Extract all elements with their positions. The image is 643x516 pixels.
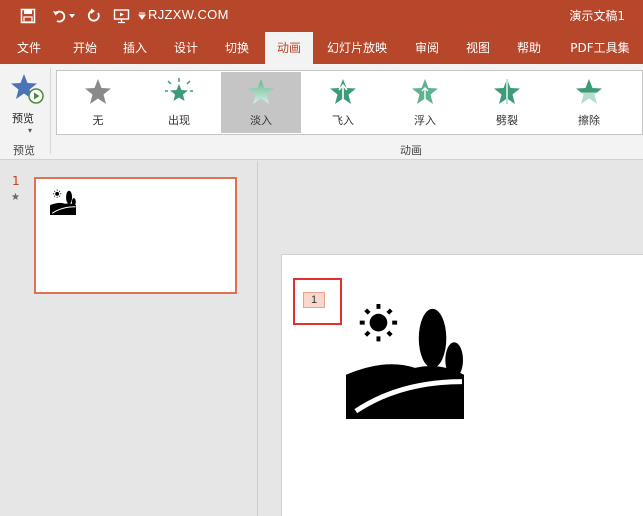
slide-number: 1 [12,174,20,188]
slide-thumbnail[interactable] [34,177,237,294]
animation-group-label: 动画 [400,144,422,157]
effect-label: 飞入 [332,114,354,127]
tab-transitions[interactable]: 切换 [216,32,258,64]
landscape-icon [50,189,76,215]
effect-appear[interactable]: 出现 [139,72,219,133]
tab-view[interactable]: 视图 [457,32,499,64]
tab-pdf-tools[interactable]: PDF工具集 [560,32,640,64]
tab-home[interactable]: 开始 [64,32,106,64]
preview-group-label: 预览 [13,144,35,157]
tab-design[interactable]: 设计 [165,32,207,64]
animation-order-tag[interactable]: 1 [303,292,325,308]
effect-wipe[interactable]: 擦除 [549,72,629,133]
preview-label: 预览 [12,112,34,125]
effect-label: 出现 [168,114,190,127]
undo-dropdown-icon[interactable] [66,6,78,26]
effect-fly-in[interactable]: 飞入 [303,72,383,133]
effect-fade[interactable]: 淡入 [221,72,301,133]
site-watermark: RJZXW.COM [148,7,229,22]
tab-review[interactable]: 审阅 [406,32,448,64]
star-float-in-icon [412,79,438,104]
effect-label: 擦除 [578,114,600,127]
present-from-start-icon[interactable] [112,6,132,26]
preview-star-icon [11,74,44,104]
redo-icon[interactable] [84,6,104,26]
star-fade-icon [248,79,274,104]
effect-label: 浮入 [414,114,436,127]
star-split-icon [494,79,520,104]
star-appear-icon [165,78,193,101]
effect-label: 劈裂 [496,114,518,127]
tab-file[interactable]: 文件 [8,32,50,64]
tab-help[interactable]: 帮助 [508,32,550,64]
animation-indicator-icon: ★ [11,192,20,203]
customize-qat-icon[interactable] [136,6,148,26]
animation-gallery: 无 出现 淡入 飞入 浮入 劈裂 擦除 [56,70,643,135]
group-separator [50,68,51,154]
star-fly-in-icon [330,79,356,104]
ribbon: 预览 ▾ 预览 无 出现 淡入 飞入 浮入 劈裂 擦除 动画 [0,64,643,160]
effect-label: 淡入 [250,114,272,127]
tab-slideshow[interactable]: 幻灯片放映 [322,32,392,64]
document-title: 演示文稿1 [569,9,625,23]
title-bar: RJZXW.COM 演示文稿1 [0,0,643,32]
preview-dropdown-icon[interactable]: ▾ [28,126,32,135]
landscape-icon[interactable] [344,301,466,419]
tab-insert[interactable]: 插入 [114,32,156,64]
tab-animations[interactable]: 动画 [265,32,313,64]
effect-split[interactable]: 劈裂 [467,72,547,133]
effect-label: 无 [92,114,104,127]
preview-button[interactable]: 预览 ▾ [6,70,46,135]
save-icon[interactable] [18,6,38,26]
star-gray-icon [85,79,111,104]
star-wipe-icon [576,79,602,104]
ribbon-tabs: 文件 开始 插入 设计 切换 动画 幻灯片放映 审阅 视图 帮助 PDF工具集 [0,32,643,64]
effect-float-in[interactable]: 浮入 [385,72,465,133]
effect-none[interactable]: 无 [58,72,138,133]
